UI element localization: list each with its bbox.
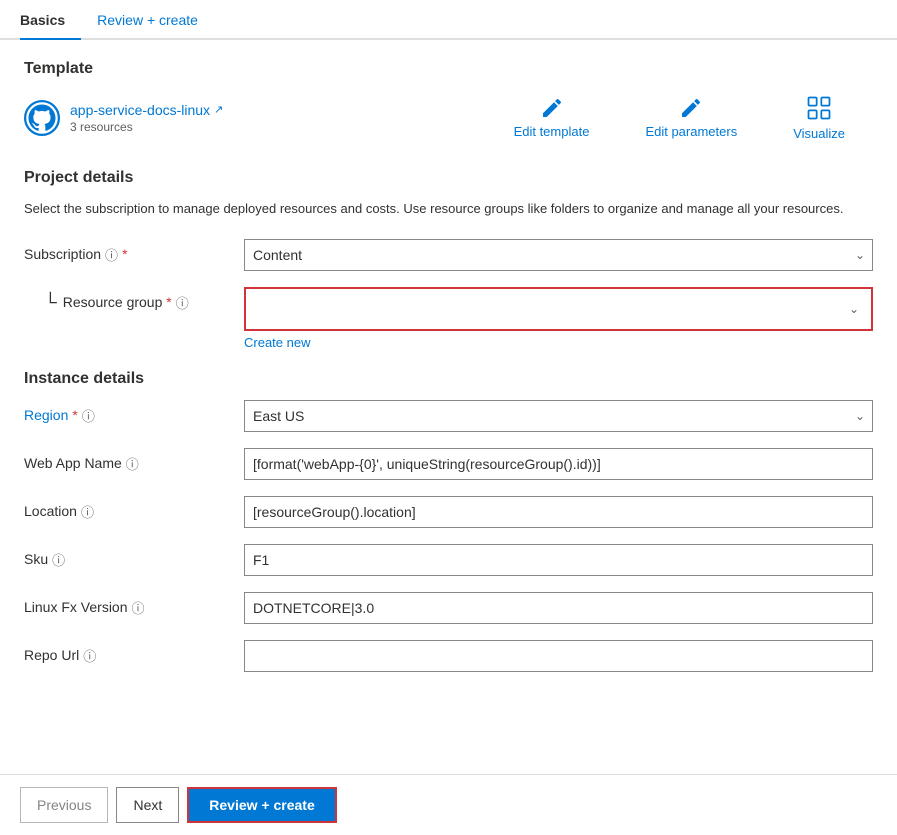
- sku-label: Sku ⓘ: [24, 544, 244, 569]
- project-details-section: Project details Select the subscription …: [24, 169, 873, 350]
- repo-url-info-icon[interactable]: ⓘ: [83, 646, 96, 665]
- web-app-name-row: Web App Name ⓘ: [24, 448, 873, 480]
- previous-button[interactable]: Previous: [20, 787, 108, 823]
- subscription-label: Subscription ⓘ: [24, 239, 244, 264]
- instance-details-title: Instance details: [24, 370, 873, 388]
- subscription-select-wrapper: Content ⌄: [244, 239, 873, 271]
- repo-url-row: Repo Url ⓘ: [24, 640, 873, 672]
- subscription-info-icon[interactable]: ⓘ: [105, 245, 118, 264]
- template-info: app-service-docs-linux ↗ 3 resources: [24, 100, 244, 136]
- region-info-icon[interactable]: ⓘ: [82, 406, 95, 425]
- resource-group-label: Resource group *: [63, 294, 172, 310]
- region-control: East US ⌄: [244, 400, 873, 432]
- sku-row: Sku ⓘ: [24, 544, 873, 576]
- instance-details-section: Instance details Region * ⓘ East US ⌄ We…: [24, 370, 873, 672]
- template-link[interactable]: app-service-docs-linux ↗: [70, 102, 223, 118]
- resource-group-error-border: ⌄: [244, 287, 873, 331]
- resource-group-select[interactable]: [250, 293, 867, 325]
- next-button[interactable]: Next: [116, 787, 179, 823]
- main-content: Template app-service-docs-linux ↗ 3 reso…: [0, 40, 897, 708]
- resource-group-select-wrapper: ⌄: [250, 293, 867, 325]
- template-name-block: app-service-docs-linux ↗ 3 resources: [70, 102, 223, 134]
- web-app-name-label: Web App Name ⓘ: [24, 448, 244, 473]
- edit-template-button[interactable]: Edit template: [506, 92, 598, 143]
- tab-basics[interactable]: Basics: [20, 0, 81, 40]
- region-label: Region * ⓘ: [24, 400, 244, 425]
- repo-url-control: [244, 640, 873, 672]
- repo-url-input[interactable]: [244, 640, 873, 672]
- template-section-title: Template: [24, 60, 873, 78]
- template-actions: Edit template Edit parameters Visualize: [506, 90, 873, 145]
- linux-fx-version-row: Linux Fx Version ⓘ: [24, 592, 873, 624]
- github-icon: [24, 100, 60, 136]
- template-row: app-service-docs-linux ↗ 3 resources Edi…: [24, 90, 873, 145]
- location-info-icon[interactable]: ⓘ: [81, 502, 94, 521]
- template-resources: 3 resources: [70, 120, 223, 134]
- region-row: Region * ⓘ East US ⌄: [24, 400, 873, 432]
- region-select-wrapper: East US ⌄: [244, 400, 873, 432]
- subscription-control: Content ⌄: [244, 239, 873, 271]
- edit-parameters-icon: [679, 96, 703, 120]
- visualize-icon: [805, 94, 833, 122]
- sku-control: [244, 544, 873, 576]
- resource-group-row: └ Resource group * ⓘ ⌄ Create new: [24, 287, 873, 350]
- subscription-row: Subscription ⓘ Content ⌄: [24, 239, 873, 271]
- web-app-name-control: [244, 448, 873, 480]
- create-new-link[interactable]: Create new: [244, 335, 310, 350]
- tab-bar: Basics Review + create: [0, 0, 897, 40]
- tab-review-create[interactable]: Review + create: [97, 0, 214, 40]
- web-app-name-input[interactable]: [244, 448, 873, 480]
- location-control: [244, 496, 873, 528]
- repo-url-label: Repo Url ⓘ: [24, 640, 244, 665]
- edit-parameters-button[interactable]: Edit parameters: [637, 92, 745, 143]
- edit-template-icon: [540, 96, 564, 120]
- sku-input[interactable]: [244, 544, 873, 576]
- linux-fx-version-label: Linux Fx Version ⓘ: [24, 592, 244, 617]
- location-row: Location ⓘ: [24, 496, 873, 528]
- external-link-icon: ↗: [214, 103, 223, 116]
- linux-fx-version-control: [244, 592, 873, 624]
- tree-branch-icon: └: [44, 293, 57, 311]
- location-input[interactable]: [244, 496, 873, 528]
- region-select[interactable]: East US: [244, 400, 873, 432]
- location-label: Location ⓘ: [24, 496, 244, 521]
- project-details-title: Project details: [24, 169, 873, 187]
- resource-group-control: ⌄ Create new: [244, 287, 873, 350]
- linux-fx-version-input[interactable]: [244, 592, 873, 624]
- subscription-select[interactable]: Content: [244, 239, 873, 271]
- linux-fx-version-info-icon[interactable]: ⓘ: [132, 598, 145, 617]
- resource-group-info-icon[interactable]: ⓘ: [176, 293, 189, 312]
- resource-group-label-wrapper: └ Resource group * ⓘ: [24, 287, 244, 312]
- project-details-description: Select the subscription to manage deploy…: [24, 199, 873, 219]
- web-app-name-info-icon[interactable]: ⓘ: [126, 454, 139, 473]
- sku-info-icon[interactable]: ⓘ: [52, 550, 65, 569]
- visualize-button[interactable]: Visualize: [785, 90, 853, 145]
- review-create-button[interactable]: Review + create: [187, 787, 336, 823]
- bottom-navigation: Previous Next Review + create: [0, 774, 897, 835]
